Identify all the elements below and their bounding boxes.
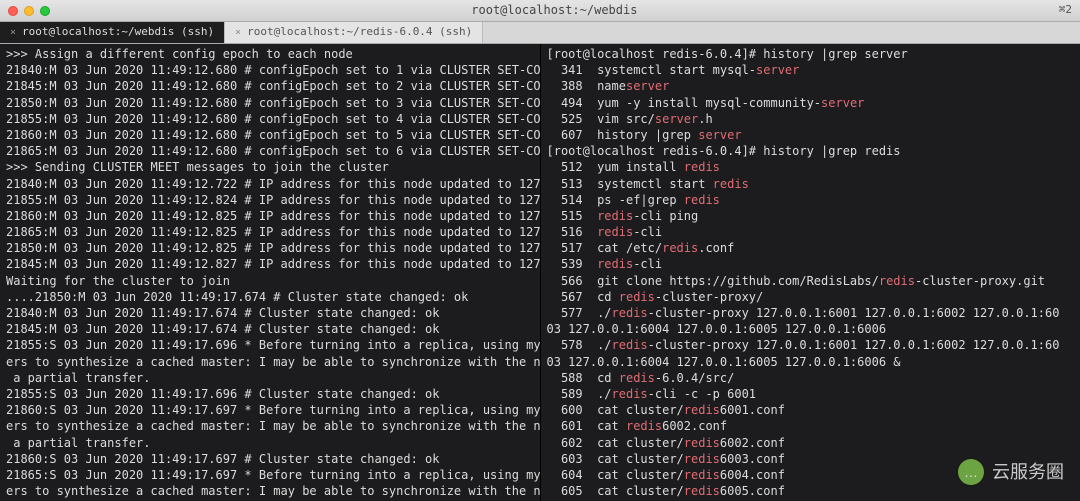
terminal-line: 515 redis-cli ping xyxy=(547,208,1075,224)
terminal-line: 21840:M 03 Jun 2020 11:49:17.674 # Clust… xyxy=(6,305,534,321)
terminal-line: 21840:M 03 Jun 2020 11:49:12.680 # confi… xyxy=(6,62,534,78)
tab[interactable]: × root@localhost:~/webdis (ssh) xyxy=(0,22,225,43)
terminal-pane-left[interactable]: >>> Assign a different config epoch to e… xyxy=(0,44,541,501)
terminal-line: 21845:M 03 Jun 2020 11:49:17.674 # Clust… xyxy=(6,321,534,337)
terminal-line: [root@localhost redis-6.0.4]# history |g… xyxy=(547,143,1075,159)
terminal-line: 494 yum -y install mysql-community-serve… xyxy=(547,95,1075,111)
terminal-line: 577 ./redis-cluster-proxy 127.0.0.1:6001… xyxy=(547,305,1075,321)
terminal-line: 21845:M 03 Jun 2020 11:49:12.680 # confi… xyxy=(6,78,534,94)
terminal-pane-right[interactable]: [root@localhost redis-6.0.4]# history |g… xyxy=(541,44,1080,501)
terminal-line: 588 cd redis-6.0.4/src/ xyxy=(547,370,1075,386)
terminal-line: 21855:S 03 Jun 2020 11:49:17.696 # Clust… xyxy=(6,386,534,402)
terminal-line: 514 ps -ef|grep redis xyxy=(547,192,1075,208)
terminal-line: 539 redis-cli xyxy=(547,256,1075,272)
tab-close-icon[interactable]: × xyxy=(10,26,16,40)
terminal-line: 341 systemctl start mysql-server xyxy=(547,62,1075,78)
terminal-line: 578 ./redis-cluster-proxy 127.0.0.1:6001… xyxy=(547,337,1075,353)
tab-close-icon[interactable]: × xyxy=(235,26,241,40)
terminal-line: 388 nameserver xyxy=(547,78,1075,94)
terminal-line: 600 cat cluster/redis6001.conf xyxy=(547,402,1075,418)
terminal-line: 21845:M 03 Jun 2020 11:49:12.827 # IP ad… xyxy=(6,256,534,272)
terminal-line: 21860:M 03 Jun 2020 11:49:12.680 # confi… xyxy=(6,127,534,143)
terminal-line: 601 cat redis6002.conf xyxy=(547,418,1075,434)
minimize-icon[interactable] xyxy=(24,6,34,16)
tab-label: root@localhost:~/redis-6.0.4 (ssh) xyxy=(247,25,472,40)
terminal-line: Waiting for the cluster to join xyxy=(6,273,534,289)
terminal-line: 21860:M 03 Jun 2020 11:49:12.825 # IP ad… xyxy=(6,208,534,224)
terminal-line: [root@localhost redis-6.0.4]# history |g… xyxy=(547,46,1075,62)
tab-label: root@localhost:~/webdis (ssh) xyxy=(22,25,214,40)
terminal-line: 21850:M 03 Jun 2020 11:49:12.825 # IP ad… xyxy=(6,240,534,256)
terminal-line: 21865:M 03 Jun 2020 11:49:12.680 # confi… xyxy=(6,143,534,159)
terminal-line: 21855:M 03 Jun 2020 11:49:12.824 # IP ad… xyxy=(6,192,534,208)
terminal-line: 607 history |grep server xyxy=(547,127,1075,143)
watermark: … 云服务圈 xyxy=(958,459,1064,485)
terminal-line: a partial transfer. xyxy=(6,435,534,451)
terminal-line: 21860:S 03 Jun 2020 11:49:17.697 * Befor… xyxy=(6,402,534,418)
window-chrome: root@localhost:~/webdis ⌘2 xyxy=(0,0,1080,22)
terminal-line: 513 systemctl start redis xyxy=(547,176,1075,192)
terminal-line: ers to synthesize a cached master: I may… xyxy=(6,354,534,370)
terminal-line: ....21850:M 03 Jun 2020 11:49:17.674 # C… xyxy=(6,289,534,305)
watermark-text: 云服务圈 xyxy=(992,460,1064,484)
terminal-line: 516 redis-cli xyxy=(547,224,1075,240)
terminal-line: ers to synthesize a cached master: I may… xyxy=(6,418,534,434)
terminal-line: 21860:S 03 Jun 2020 11:49:17.697 # Clust… xyxy=(6,451,534,467)
terminal-line: >>> Assign a different config epoch to e… xyxy=(6,46,534,62)
terminal-line: 589 ./redis-cli -c -p 6001 xyxy=(547,386,1075,402)
tab-bar: × root@localhost:~/webdis (ssh) × root@loca… xyxy=(0,22,1080,44)
terminal-line: 605 cat cluster/redis6005.conf xyxy=(547,483,1075,499)
split-panes: >>> Assign a different config epoch to e… xyxy=(0,44,1080,501)
close-icon[interactable] xyxy=(8,6,18,16)
terminal-line: 566 git clone https://github.com/RedisLa… xyxy=(547,273,1075,289)
maximize-icon[interactable] xyxy=(40,6,50,16)
terminal-line: 517 cat /etc/redis.conf xyxy=(547,240,1075,256)
window-indicator: ⌘2 xyxy=(1059,3,1072,18)
terminal-line: 03 127.0.0.1:6004 127.0.0.1:6005 127.0.0… xyxy=(547,354,1075,370)
terminal-line: 21850:M 03 Jun 2020 11:49:12.680 # confi… xyxy=(6,95,534,111)
terminal-line: a partial transfer. xyxy=(6,370,534,386)
terminal-line: 21855:M 03 Jun 2020 11:49:12.680 # confi… xyxy=(6,111,534,127)
terminal-line: >>> Sending CLUSTER MEET messages to joi… xyxy=(6,159,534,175)
wechat-icon: … xyxy=(958,459,984,485)
terminal-line: 21865:S 03 Jun 2020 11:49:17.697 * Befor… xyxy=(6,467,534,483)
terminal-line: 21855:S 03 Jun 2020 11:49:17.696 * Befor… xyxy=(6,337,534,353)
terminal-line: 21865:M 03 Jun 2020 11:49:12.825 # IP ad… xyxy=(6,224,534,240)
terminal-line: 525 vim src/server.h xyxy=(547,111,1075,127)
terminal-line: 03 127.0.0.1:6004 127.0.0.1:6005 127.0.0… xyxy=(547,321,1075,337)
terminal-line: 602 cat cluster/redis6002.conf xyxy=(547,435,1075,451)
tab[interactable]: × root@localhost:~/redis-6.0.4 (ssh) xyxy=(225,22,483,43)
window-controls xyxy=(8,6,50,16)
terminal-line: 21840:M 03 Jun 2020 11:49:12.722 # IP ad… xyxy=(6,176,534,192)
terminal-line: 567 cd redis-cluster-proxy/ xyxy=(547,289,1075,305)
window-title: root@localhost:~/webdis xyxy=(50,2,1059,18)
terminal-line: ers to synthesize a cached master: I may… xyxy=(6,483,534,499)
terminal-line: 512 yum install redis xyxy=(547,159,1075,175)
